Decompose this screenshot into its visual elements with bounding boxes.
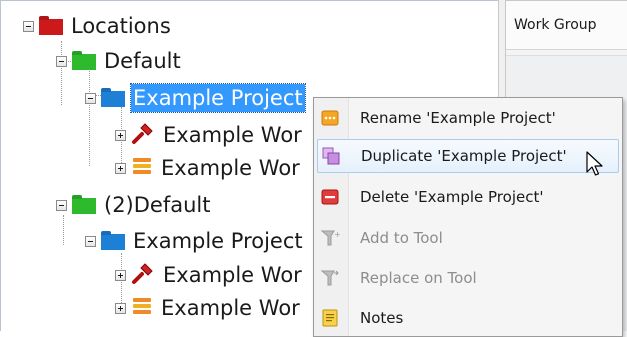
tree-node-work-3[interactable]: Example Wor [115,260,304,290]
rename-icon [320,108,340,128]
context-menu: Rename 'Example Project' Duplicate 'Exam… [313,97,623,337]
expand-icon[interactable] [115,269,126,281]
tree-node-example-project[interactable]: Example Project [85,83,306,113]
tree-node-locations[interactable]: Locations [23,11,173,41]
menu-item-notes[interactable]: Notes [317,301,619,335]
tree-node-label: (2)Default [104,193,211,217]
tree-node-example-project-2[interactable]: Example Project [85,226,305,256]
tree-node-label: Example Wor [161,156,300,180]
stack-icon [131,295,153,321]
folder-icon [72,198,96,214]
expand-icon[interactable] [115,129,126,141]
collapse-icon[interactable] [56,199,67,211]
duplicate-icon [321,146,341,166]
folder-icon [72,54,96,70]
tool-icon [131,121,155,149]
expand-icon[interactable] [115,162,126,174]
tree-node-label: Locations [71,14,171,38]
column-header-work-group[interactable]: Work Group [506,0,627,50]
folder-icon [39,19,63,35]
delete-icon [320,187,340,207]
tree-node-label-selected: Example Project [130,83,306,113]
menu-item-label: Add to Tool [360,229,443,247]
stack-icon [131,155,153,181]
folder-icon [101,234,125,250]
menu-item-replace-on-tool[interactable]: Replace on Tool [317,261,619,295]
collapse-icon[interactable] [23,20,34,32]
menu-item-add-to-tool[interactable]: + Add to Tool [317,221,619,255]
replace-on-tool-icon [320,268,340,288]
collapse-icon[interactable] [56,55,67,67]
tree-node-default[interactable]: Default [56,46,183,76]
svg-text:+: + [334,230,340,239]
notes-icon [320,308,340,328]
tree-node-label: Example Wor [163,123,302,147]
menu-item-label: Rename 'Example Project' [360,109,556,127]
collapse-icon[interactable] [85,235,96,247]
menu-item-label: Duplicate 'Example Project' [361,147,567,165]
tree-node-label: Default [104,49,181,73]
tree-node-work-2[interactable]: Example Wor [115,153,302,183]
tool-icon [131,261,155,289]
menu-item-label: Replace on Tool [360,269,477,287]
add-to-tool-icon: + [320,228,340,248]
collapse-icon[interactable] [85,92,96,104]
menu-item-label: Notes [360,309,404,327]
tree-node-label: Example Wor [163,263,302,287]
menu-item-rename[interactable]: Rename 'Example Project' [317,101,619,135]
menu-item-duplicate[interactable]: Duplicate 'Example Project' [317,139,619,173]
menu-item-delete[interactable]: Delete 'Example Project' [317,180,619,214]
tree-node-default-2[interactable]: (2)Default [56,190,212,220]
header-separator [506,50,627,56]
tree-node-label: Example Wor [161,296,300,320]
mouse-pointer-icon [586,151,606,183]
menu-item-label: Delete 'Example Project' [360,188,544,206]
tree-node-label: Example Project [133,229,303,253]
folder-icon [101,91,125,107]
expand-icon[interactable] [115,302,126,314]
tree-node-work-4[interactable]: Example Wor [115,293,302,323]
tree-node-work-1[interactable]: Example Wor [115,120,304,150]
